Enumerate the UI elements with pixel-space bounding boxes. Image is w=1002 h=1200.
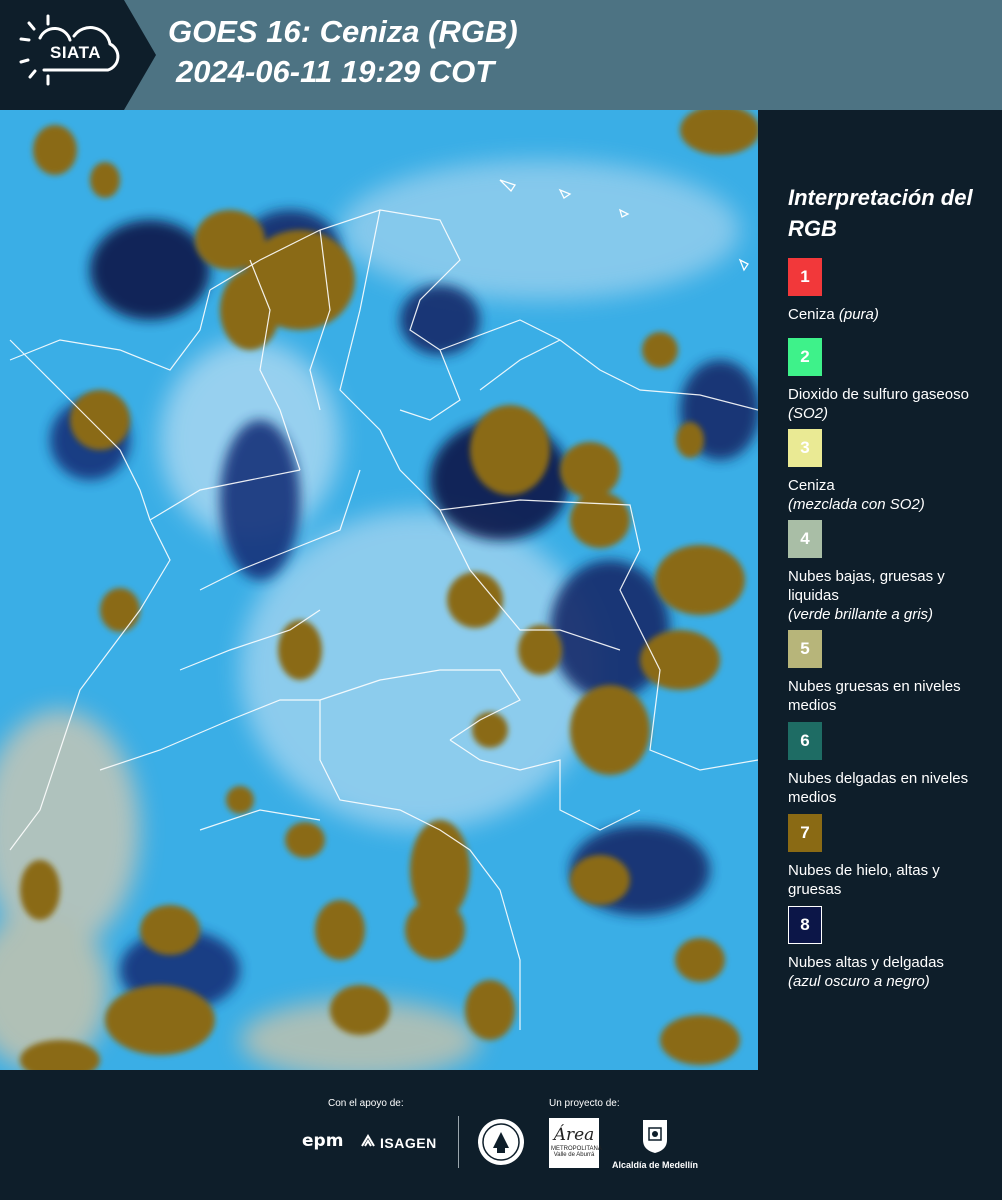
- legend-label-text: Dioxido de sulfuro gaseoso: [788, 386, 969, 403]
- legend-swatch: 3: [788, 429, 822, 467]
- legend-item-4: 4 Nubes bajas, gruesas y liquidas (verde …: [788, 520, 993, 624]
- legend-label-text: Ceniza: [788, 306, 835, 323]
- legend-item-6: 6 Nubes delgadas en niveles medios: [788, 722, 993, 807]
- legend-label-note: (verde brillante a gris): [788, 606, 934, 623]
- legend-label: Nubes delgadas en niveles medios: [788, 769, 993, 807]
- satellite-image: [0, 110, 758, 1070]
- legend-label: Nubes gruesas en niveles medios: [788, 677, 993, 715]
- alcaldia-text: Alcaldía de Medellín: [612, 1160, 699, 1170]
- seal-icon[interactable]: [477, 1118, 525, 1166]
- isagen-arrows-icon: [360, 1134, 376, 1151]
- legend-label-note: (mezclada con SO2): [788, 496, 925, 513]
- area-metropolitana-logo[interactable]: Área METROPOLITANA Valle de Aburrá: [549, 1118, 602, 1168]
- legend-label: Ceniza (pura): [788, 305, 993, 324]
- legend-title: Interpretación del RGB: [788, 185, 973, 241]
- footer: Con el apoyo de: Un proyecto de: epm ISA…: [0, 1070, 1002, 1200]
- page-title: GOES 16: Ceniza (RGB): [168, 14, 518, 49]
- legend-swatch: 2: [788, 338, 822, 376]
- epm-logo[interactable]: epm: [302, 1131, 343, 1151]
- legend-label-text: Ceniza: [788, 477, 835, 494]
- area-logo-text: METROPOLITANA Valle de Aburrá: [551, 1146, 602, 1158]
- legend-label: Nubes bajas, gruesas y liquidas (verde b…: [788, 567, 993, 624]
- legend-item-2: 2 Dioxido de sulfuro gaseoso (SO2): [788, 338, 993, 423]
- legend-item-5: 5 Nubes gruesas en niveles medios: [788, 630, 993, 715]
- legend-label: Nubes de hielo, altas y gruesas: [788, 861, 993, 899]
- rgb-legend: Interpretación del RGB 1 Ceniza (pura) 2 Di…: [758, 110, 1002, 1070]
- isagen-logo[interactable]: ISAGEN: [360, 1134, 437, 1151]
- shield-icon[interactable]: [641, 1118, 669, 1154]
- timestamp: 2024-06-11 19:29 COT: [176, 54, 495, 89]
- legend-item-3: 3 Ceniza (mezclada con SO2): [788, 429, 993, 514]
- legend-label-note: (pura): [838, 306, 879, 323]
- legend-swatch: 6: [788, 722, 822, 760]
- legend-item-7: 7 Nubes de hielo, altas y gruesas: [788, 814, 993, 899]
- legend-label-note: (azul oscuro a negro): [788, 973, 930, 990]
- satellite-map[interactable]: [0, 110, 758, 1070]
- legend-label-text: Nubes altas y delgadas: [788, 954, 944, 971]
- footer-divider: [458, 1116, 459, 1168]
- header: SIATA GOES 16: Ceniza (RGB) 2024-06-11 1…: [0, 0, 1002, 110]
- legend-item-8: 8 Nubes altas y delgadas (azul oscuro a n…: [788, 906, 993, 991]
- legend-swatch: 5: [788, 630, 822, 668]
- legend-swatch: 8: [788, 906, 822, 944]
- support-caption: Con el apoyo de:: [328, 1098, 404, 1109]
- legend-swatch: 1: [788, 258, 822, 296]
- legend-item-1: 1 Ceniza (pura): [788, 258, 993, 324]
- legend-label-text: Nubes delgadas en niveles medios: [788, 770, 969, 806]
- legend-label-text: Nubes de hielo, altas y gruesas: [788, 862, 940, 898]
- legend-label: Ceniza (mezclada con SO2): [788, 476, 993, 514]
- legend-label-text: Nubes bajas, gruesas y liquidas: [788, 568, 945, 604]
- legend-label: Dioxido de sulfuro gaseoso (SO2): [788, 385, 993, 423]
- logo-text: SIATA: [50, 43, 101, 62]
- siata-logo[interactable]: SIATA: [0, 0, 160, 110]
- isagen-text: ISAGEN: [380, 1135, 437, 1151]
- area-script: Área: [552, 1124, 595, 1145]
- legend-label: Nubes altas y delgadas (azul oscuro a ne…: [788, 953, 993, 991]
- legend-swatch: 4: [788, 520, 822, 558]
- legend-swatch: 7: [788, 814, 822, 852]
- project-caption: Un proyecto de:: [549, 1098, 620, 1109]
- legend-label-note: (SO2): [788, 405, 829, 422]
- legend-label-text: Nubes gruesas en niveles medios: [788, 678, 961, 714]
